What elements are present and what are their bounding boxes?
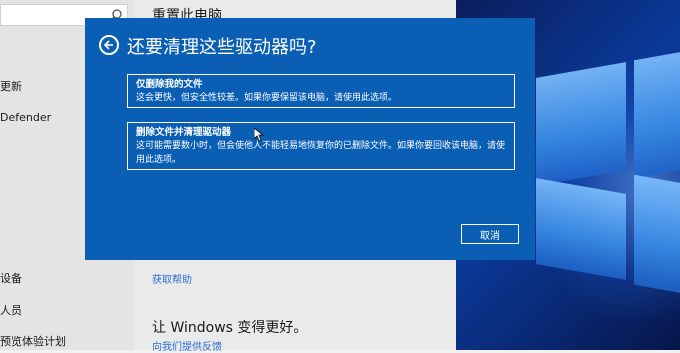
option-description: 这会更快，但安全性较差。如果你要保留该电脑，请使用此选项。 [136,93,398,103]
sidebar-item-people[interactable]: 人员 [0,302,22,318]
improve-windows-heading: 让 Windows 变得更好。 [152,320,308,336]
option-title: 删除文件并清理驱动器 [136,127,232,138]
sidebar-item-update[interactable]: 更新 [0,78,22,94]
sidebar-item-devices[interactable]: 设备 [0,270,22,286]
back-arrow-icon [103,40,113,50]
get-help-link[interactable]: 获取帮助 [152,271,192,286]
sidebar-item-insider[interactable]: 预览体验计划 [0,333,66,349]
windows-logo-pane [634,49,680,179]
cancel-button[interactable]: 取消 [461,224,519,244]
windows-logo-pane [536,178,626,280]
sidebar-item-defender[interactable]: Defender [0,111,51,124]
option-remove-files-only[interactable]: 仅删除我的文件 这会更快，但安全性较差。如果你要保留该电脑，请使用此选项。 [127,74,515,108]
option-title: 仅删除我的文件 [136,79,203,90]
dialog-title: 还要清理这些驱动器吗? [127,37,317,58]
option-description: 这可能需要数小时，但会使他人不能轻易地恢复你的已删除文件。如果你要回收该电脑，请… [136,141,506,165]
option-remove-and-clean[interactable]: 删除文件并清理驱动器 这可能需要数小时，但会使他人不能轻易地恢复你的已删除文件。… [127,122,515,170]
clean-drives-dialog: 还要清理这些驱动器吗? 仅删除我的文件 这会更快，但安全性较差。如果你要保留该电… [85,18,535,260]
back-button[interactable] [99,35,119,55]
feedback-link[interactable]: 向我们提供反馈 [152,338,222,353]
windows-logo-pane [634,174,680,296]
windows-logo-pane [536,62,626,186]
mouse-cursor-icon [254,128,264,142]
